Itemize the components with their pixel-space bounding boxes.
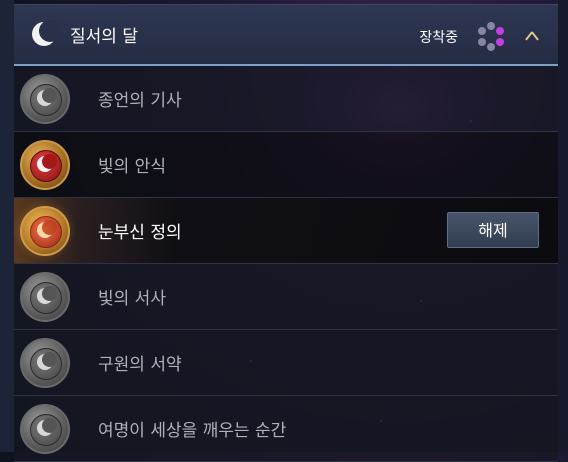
list-item-label: 종언의 기사 [98,91,182,111]
item-list: 종언의 기사 빛의 안식 눈부신 정의 해제 빛의 서사 구원의 서약 여명이 … [12,66,558,462]
list-item[interactable]: 종언의 기사 [14,66,558,132]
chevron-up-icon[interactable] [524,29,538,43]
list-item[interactable]: 빛의 안식 [14,132,558,198]
unequip-button[interactable]: 해제 [447,212,539,248]
panel-title: 질서의 달 [70,27,138,47]
moon-emblem-icon [12,197,76,262]
moon-emblem-icon [18,72,72,126]
list-item-label: 눈부신 정의 [98,223,182,243]
list-item-selected[interactable]: 눈부신 정의 해제 [12,197,558,264]
panel-header[interactable]: 질서의 달 장착중 [14,4,558,66]
list-item-label: 빛의 서사 [98,289,166,309]
list-item-label: 구원의 서약 [98,355,182,375]
equipped-status: 장착중 [419,30,458,46]
list-item[interactable]: 구원의 서약 [14,330,558,396]
crescent-moon-icon [32,19,61,48]
moon-emblem-icon [18,270,72,324]
list-item-label: 빛의 안식 [98,157,166,177]
list-item[interactable]: 빛의 서사 [14,264,558,330]
equipment-panel: 질서의 달 장착중 종언의 기사 빛의 안식 눈부신 정의 해제 빛의 서사 구… [12,4,558,462]
list-item[interactable]: 여명이 세상을 깨우는 순간 [14,396,558,462]
rune-dots-icon[interactable] [476,22,506,52]
moon-emblem-icon [18,336,72,390]
background-right-strip [558,0,568,452]
list-item-label: 여명이 세상을 깨우는 순간 [98,421,287,441]
moon-emblem-icon [18,402,72,456]
moon-emblem-icon [18,138,72,192]
